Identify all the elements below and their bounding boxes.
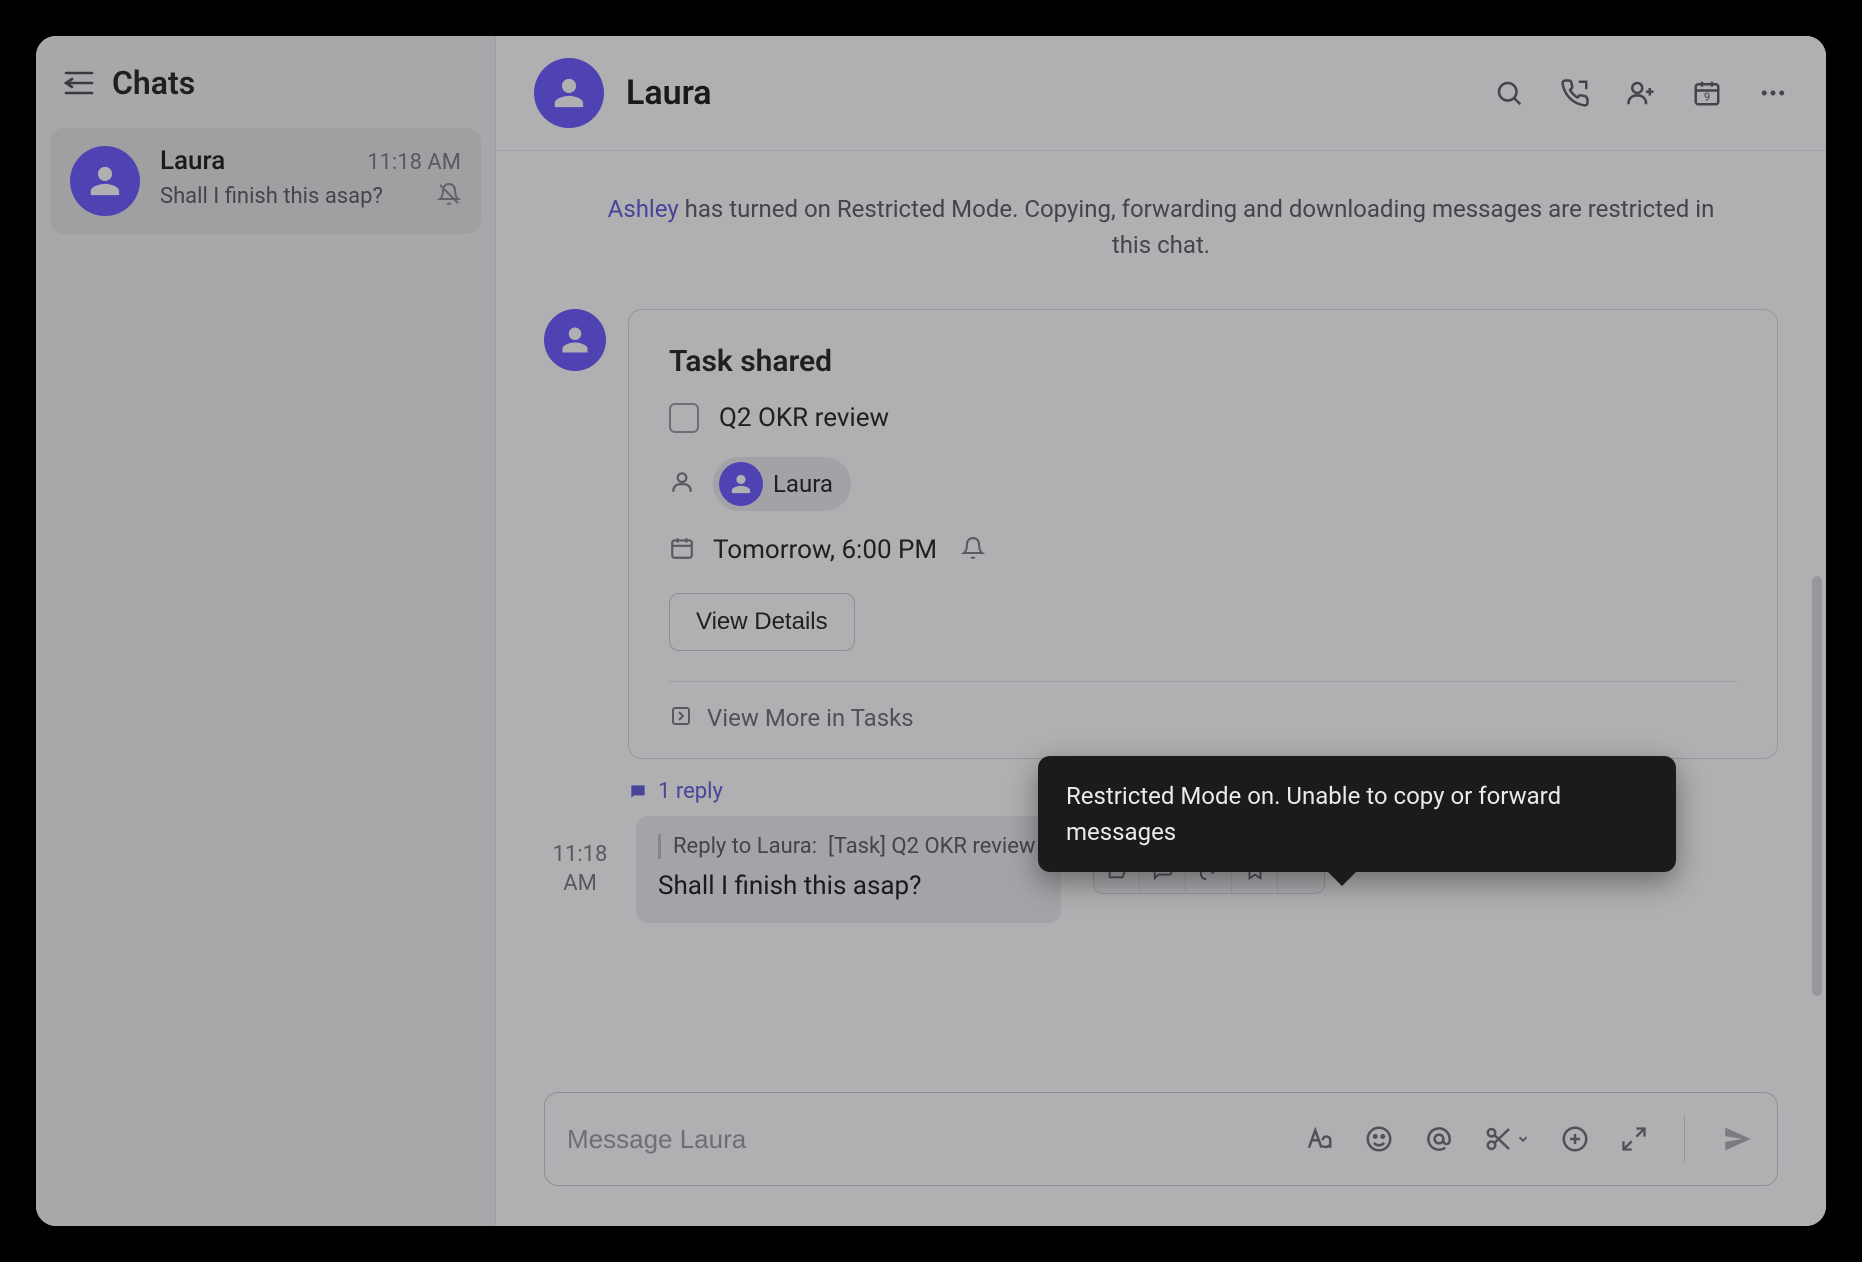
separator [1684,1116,1685,1162]
mention-icon[interactable] [1424,1124,1454,1154]
avatar [70,146,140,216]
restricted-mode-tooltip: Restricted Mode on. Unable to copy or fo… [1038,756,1676,872]
task-checkbox[interactable] [669,403,699,433]
snip-icon[interactable] [1484,1124,1530,1154]
chat-body: Ashley has turned on Restricted Mode. Co… [496,151,1826,1074]
mute-icon [437,182,461,210]
chat-item-preview: Shall I finish this asap? [160,184,383,209]
add-user-icon[interactable] [1626,78,1656,108]
system-message: Ashley has turned on Restricted Mode. Co… [586,191,1736,263]
divider [669,681,1737,682]
task-name[interactable]: Q2 OKR review [719,403,889,433]
system-message-text: has turned on Restricted Mode. Copying, … [679,195,1715,259]
person-icon [669,469,695,499]
chat-list-item[interactable]: Laura 11:18 AM Shall I finish this asap? [50,128,481,234]
view-more-in-tasks[interactable]: View More in Tasks [669,704,1737,732]
reply-count-label: 1 reply [658,779,723,804]
calendar-small-icon [669,535,695,565]
expand-icon[interactable] [1620,1125,1648,1153]
bell-icon [961,536,985,564]
send-button[interactable] [1721,1122,1755,1156]
chat-item-time: 11:18 AM [367,150,461,175]
sidebar-title: Chats [112,64,195,102]
chat-item-name: Laura [160,146,225,176]
composer [544,1092,1778,1186]
add-attachment-icon[interactable] [1560,1124,1590,1154]
search-icon[interactable] [1494,78,1524,108]
reply-text: Shall I finish this asap? [658,871,1035,901]
svg-text:9: 9 [1704,91,1710,104]
view-details-button[interactable]: View Details [669,593,855,651]
reply-quote: Reply to Laura: [Task] Q2 OKR review [658,834,1035,859]
view-more-label: View More in Tasks [707,704,914,732]
emoji-icon[interactable] [1364,1124,1394,1154]
sidebar: Chats Laura 11:18 AM Shall I finish this… [36,36,496,1226]
task-due: Tomorrow, 6:00 PM [713,535,937,565]
system-message-actor: Ashley [608,195,679,223]
reply-timestamp: 11:18 AM [544,841,616,898]
chat-main: Laura 9 Ashley h [496,36,1826,1226]
chat-header-avatar[interactable] [534,58,604,128]
assignee-chip[interactable]: Laura [713,457,851,511]
reply-bubble[interactable]: Reply to Laura: [Task] Q2 OKR review Sha… [636,816,1061,923]
open-external-icon [669,704,693,732]
task-card-title: Task shared [669,344,1737,379]
message-avatar[interactable] [544,309,606,371]
calendar-icon[interactable]: 9 [1692,78,1722,108]
more-icon[interactable] [1758,78,1788,108]
menu-icon[interactable] [64,70,94,96]
scrollbar[interactable] [1812,576,1822,996]
assignee-name: Laura [773,470,833,498]
message-input[interactable] [567,1124,1304,1155]
chat-header: Laura 9 [496,36,1826,151]
format-icon[interactable] [1304,1124,1334,1154]
chat-header-title: Laura [626,73,1472,113]
call-icon[interactable] [1560,78,1590,108]
task-card: Task shared Q2 OKR review L [628,309,1778,759]
assignee-avatar [719,462,763,506]
